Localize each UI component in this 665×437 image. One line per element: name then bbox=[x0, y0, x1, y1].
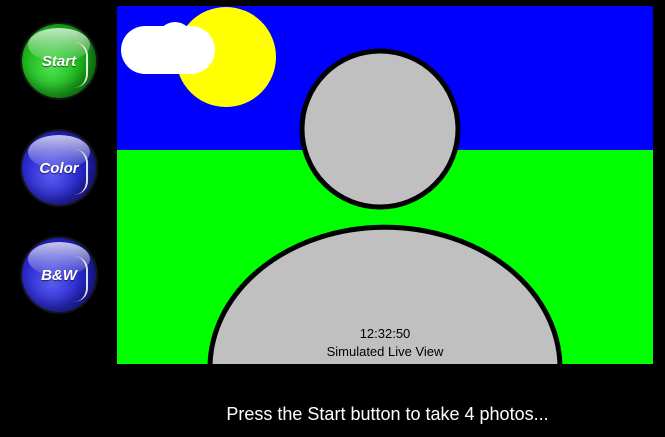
color-button-label: Color bbox=[39, 159, 79, 177]
live-view-caption: Simulated Live View bbox=[326, 344, 444, 359]
start-button[interactable]: Start bbox=[22, 24, 96, 98]
status-message: Press the Start button to take 4 photos.… bbox=[226, 404, 549, 424]
live-view-panel: 12:32:50 Simulated Live View bbox=[117, 6, 653, 364]
button-rim bbox=[74, 42, 88, 88]
bw-mode-button[interactable]: B&W bbox=[22, 238, 96, 312]
photo-booth-app: Start Color B&W 12:32:50 Simulated Live … bbox=[0, 0, 665, 437]
live-view-scene bbox=[117, 6, 653, 364]
cloud-icon bbox=[121, 22, 215, 74]
color-mode-button[interactable]: Color bbox=[22, 131, 96, 205]
bw-button-label: B&W bbox=[41, 266, 77, 284]
person-head bbox=[299, 48, 461, 210]
live-view-clock: 12:32:50 bbox=[359, 326, 411, 341]
start-button-label: Start bbox=[41, 52, 77, 70]
